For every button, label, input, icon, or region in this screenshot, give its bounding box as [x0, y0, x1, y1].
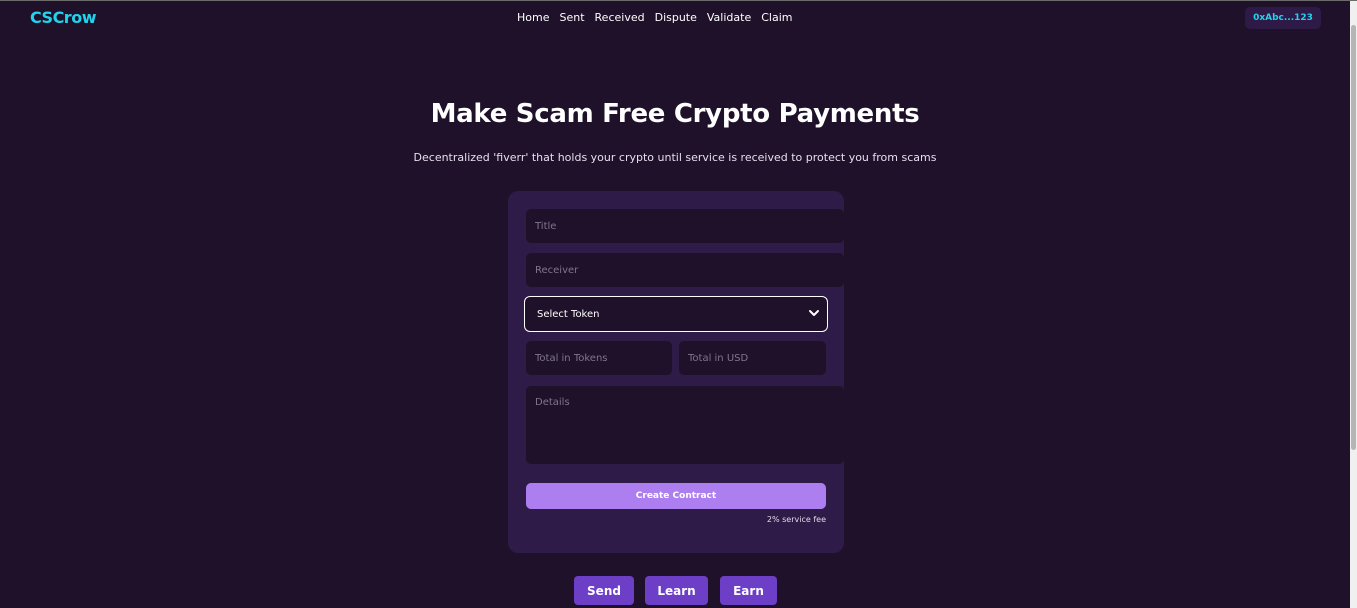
nav-claim[interactable]: Claim: [761, 11, 792, 24]
total-usd-input[interactable]: Total in USD: [679, 341, 826, 375]
nav-received[interactable]: Received: [595, 11, 645, 24]
receiver-input[interactable]: Receiver: [526, 253, 844, 287]
chevron-down-icon: [809, 310, 819, 316]
page: CSCrow Home Sent Received Dispute Valida…: [0, 0, 1357, 608]
token-select-label: Select Token: [537, 308, 600, 320]
main-nav: Home Sent Received Dispute Validate Clai…: [517, 11, 802, 24]
token-select[interactable]: Select Token: [524, 296, 828, 332]
wallet-address-button[interactable]: 0xAbc...123: [1245, 7, 1321, 29]
scrollbar-thumb[interactable]: [1351, 25, 1356, 450]
hero-subtitle: Decentralized 'fiverr' that holds your c…: [413, 151, 937, 164]
hero-title: Make Scam Free Crypto Payments: [430, 99, 920, 129]
earn-button[interactable]: Earn: [720, 576, 777, 605]
nav-home[interactable]: Home: [517, 11, 549, 24]
title-input[interactable]: Title: [526, 209, 844, 243]
create-contract-button[interactable]: Create Contract: [526, 483, 826, 509]
nav-validate[interactable]: Validate: [707, 11, 751, 24]
send-button[interactable]: Send: [574, 576, 634, 605]
nav-dispute[interactable]: Dispute: [655, 11, 697, 24]
service-fee-note: 2% service fee: [766, 515, 826, 524]
details-textarea[interactable]: Details: [526, 386, 844, 464]
vertical-scrollbar[interactable]: [1350, 1, 1357, 608]
learn-button[interactable]: Learn: [645, 576, 708, 605]
total-tokens-input[interactable]: Total in Tokens: [526, 341, 672, 375]
app-logo[interactable]: CSCrow: [30, 8, 96, 27]
nav-sent[interactable]: Sent: [559, 11, 584, 24]
create-contract-card: Title Receiver Select Token Total in Tok…: [508, 191, 844, 553]
